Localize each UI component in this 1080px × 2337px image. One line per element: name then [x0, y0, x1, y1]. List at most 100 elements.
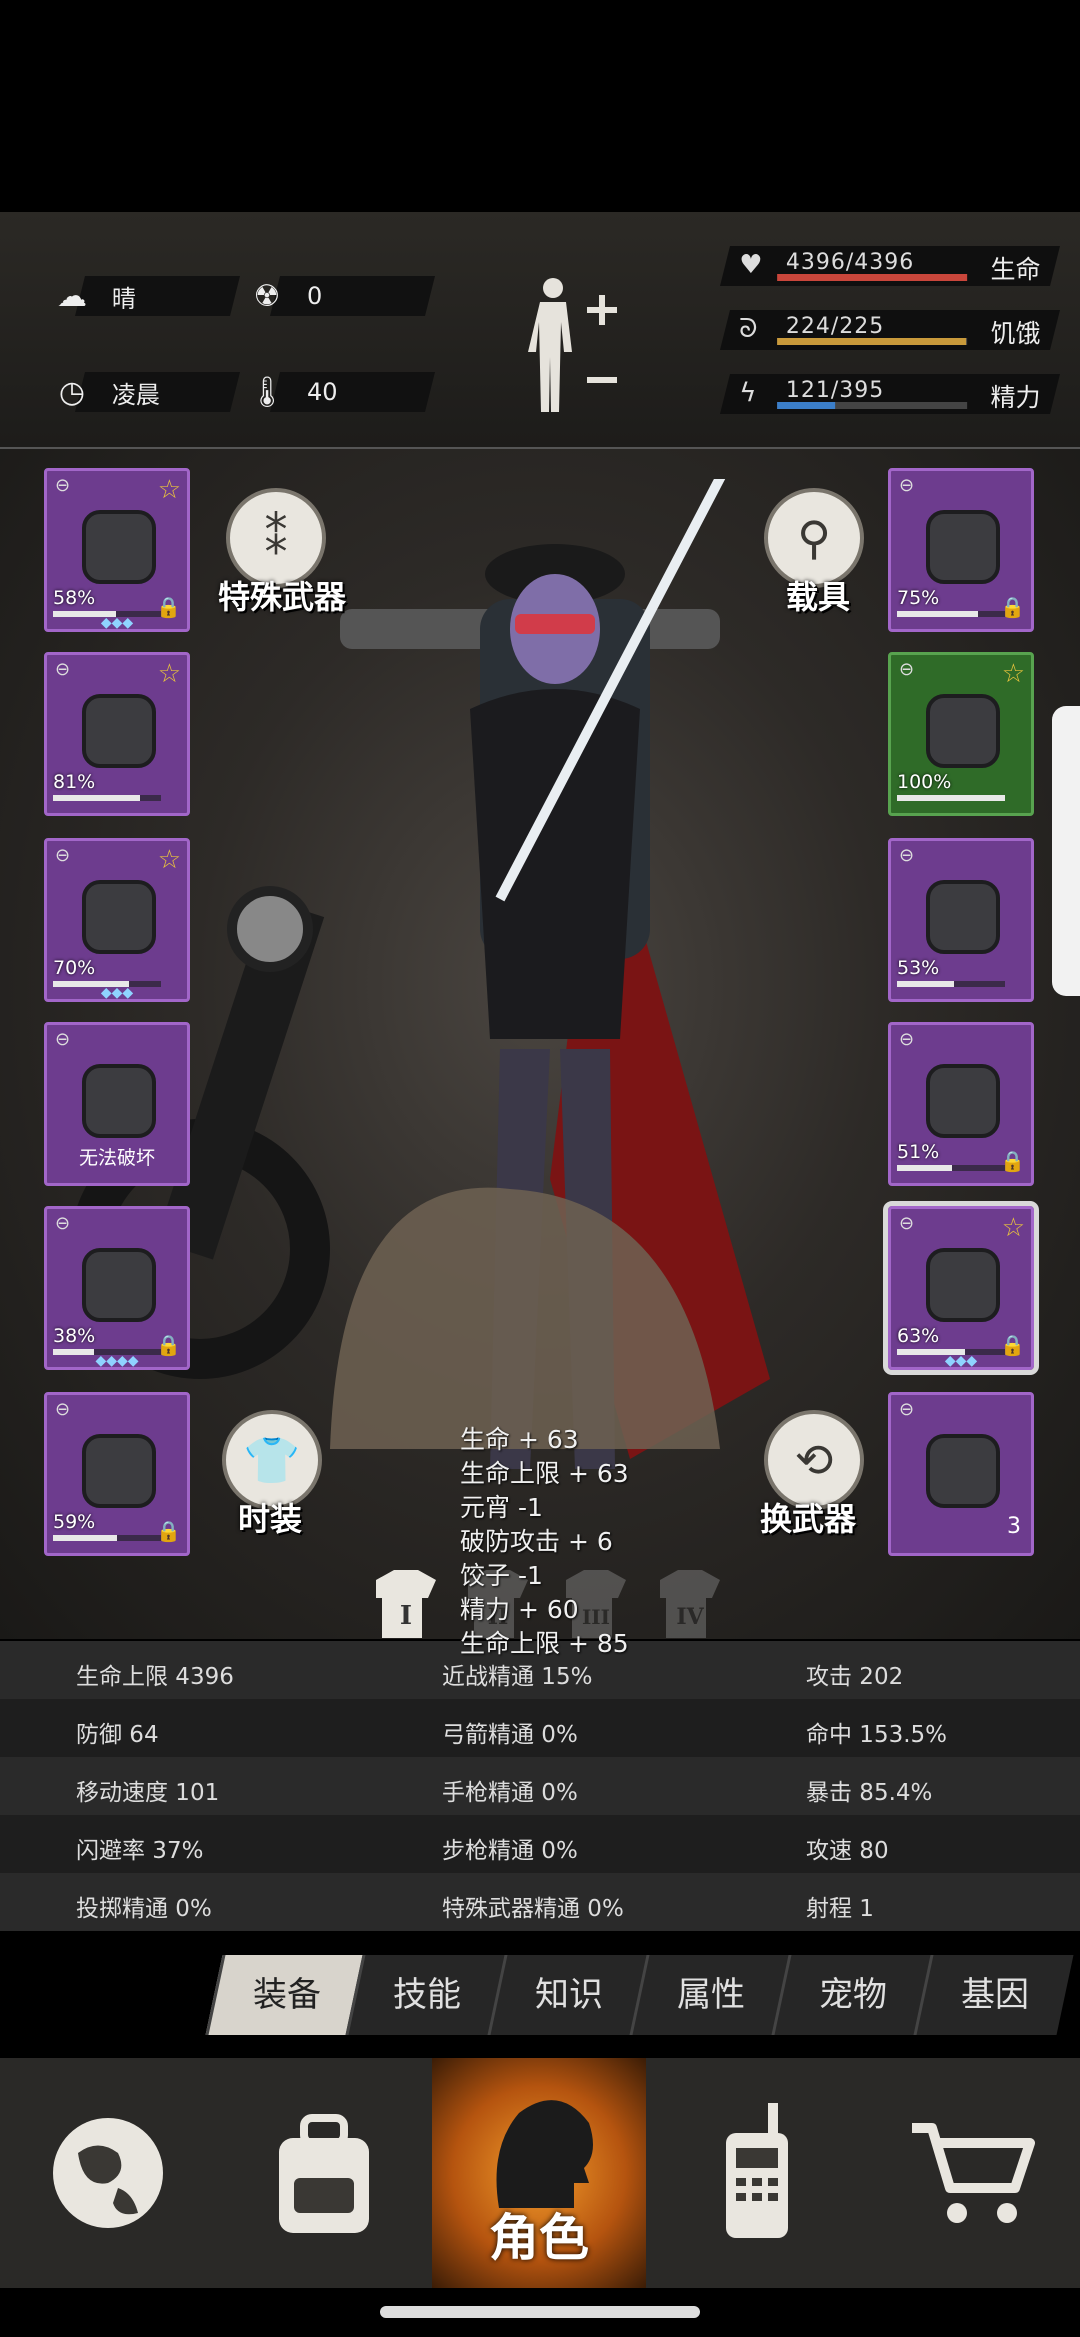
durability-bar: [897, 981, 1005, 987]
vehicle-label: 载具: [786, 578, 851, 616]
equipment-item-icon: [82, 880, 156, 954]
outfit-tab-1[interactable]: I: [366, 1562, 446, 1642]
cloud-sun-icon: ☁: [57, 278, 87, 314]
left-equipment-slot-1[interactable]: ⊖ ☆ 58% 🔒 ◆◆◆: [44, 468, 190, 632]
status-panel: ☁ 晴 ☢ 0 ◷ 凌晨 🌡 40 ♥ 4396/4396 生命 ᘐ 224/2…: [0, 212, 1080, 449]
tab-equipment-label: 装备: [253, 1975, 321, 2015]
tab-skills-label: 技能: [393, 1975, 461, 2015]
link-icon: ⊖: [899, 1213, 915, 1234]
nav-character-button[interactable]: 角色: [432, 2058, 646, 2288]
item-count: 3: [1007, 1514, 1021, 1539]
link-icon: ⊖: [899, 475, 915, 496]
star-icon: ☆: [1001, 659, 1025, 689]
left-equipment-slot-4[interactable]: ⊖ 无法破坏: [44, 1022, 190, 1186]
tab-skills[interactable]: 技能: [345, 1955, 506, 2035]
popup-line: 生命 + 63: [460, 1425, 579, 1454]
right-equipment-slot-4[interactable]: ⊖ 51% 🔒: [888, 1022, 1034, 1186]
durability-bar: [53, 1535, 161, 1541]
durability-percent: 75%: [897, 587, 940, 609]
hunger-fill: [777, 338, 967, 345]
effect-popup: 生命 + 63 生命上限 + 63 元宵 -1 破防攻击 + 6 饺子 -1 精…: [460, 1420, 720, 1658]
durability-percent: 51%: [897, 1141, 940, 1163]
durability-percent: 81%: [53, 771, 96, 793]
nav-backpack-button[interactable]: [216, 2058, 431, 2288]
body-status-icon[interactable]: [525, 270, 625, 420]
popup-line: 精力 + 60: [460, 1595, 579, 1624]
tshirt-icon: 👕: [243, 1432, 301, 1487]
tab-equipment[interactable]: 装备: [205, 1955, 366, 2035]
equipment-item-icon: [82, 1434, 156, 1508]
outfit-tab-1-label: I: [400, 1601, 412, 1631]
durability-bar: [897, 611, 1005, 617]
tab-pets[interactable]: 宠物: [771, 1955, 932, 2035]
left-equipment-slot-2[interactable]: ⊖ ☆ 81%: [44, 652, 190, 816]
tab-knowledge[interactable]: 知识: [487, 1955, 648, 2035]
stat-attack-speed: 攻速 80: [806, 1838, 889, 1864]
category-tabs: 装备 技能 知识 属性 宠物 基因: [200, 1955, 1074, 2035]
energy-value: 121/395: [785, 378, 885, 403]
energy-label: 精力: [990, 383, 1041, 412]
time-chip: ◷ 凌晨: [59, 372, 240, 412]
radiation-icon: ☢: [253, 278, 281, 314]
bottom-nav: 角色: [0, 2058, 1080, 2288]
link-icon: ⊖: [899, 1029, 915, 1050]
star-icon: ☆: [157, 845, 181, 875]
stomach-icon: ᘐ: [739, 314, 758, 344]
time-value: 凌晨: [112, 380, 160, 409]
durability-percent: 53%: [897, 957, 940, 979]
bullets-icon: ⁑: [264, 511, 288, 565]
clock-icon: ◷: [58, 374, 86, 410]
side-scroll-handle[interactable]: [1052, 706, 1080, 996]
link-icon: ⊖: [899, 845, 915, 866]
lock-icon: 🔒: [1000, 1149, 1025, 1173]
nav-shop-button[interactable]: [864, 2058, 1079, 2288]
equipment-item-icon: [82, 510, 156, 584]
star-icon: ☆: [157, 659, 181, 689]
tab-attributes[interactable]: 属性: [629, 1955, 790, 2035]
nav-character-label: 角色: [489, 2209, 589, 2267]
home-indicator[interactable]: [380, 2306, 700, 2318]
popup-line: 生命上限 + 63: [460, 1459, 629, 1488]
durability-percent: 58%: [53, 587, 96, 609]
fashion-label: 时装: [238, 1500, 303, 1538]
walkie-talkie-icon: [725, 2103, 788, 2238]
link-icon: ⊖: [899, 1399, 915, 1420]
equipment-item-icon: [926, 880, 1000, 954]
right-equipment-slot-1[interactable]: ⊖ 75% 🔒: [888, 468, 1034, 632]
motorcycle-icon: ⚲: [797, 511, 831, 565]
left-equipment-slot-3[interactable]: ⊖ ☆ 70% ◆◆◆: [44, 838, 190, 1002]
stats-row: 闪避率 37% 步枪精通 0% 攻速 80: [0, 1815, 1080, 1873]
popup-line: 饺子 -1: [460, 1561, 543, 1590]
tab-genes[interactable]: 基因: [913, 1955, 1074, 2035]
right-equipment-slot-2[interactable]: ⊖ ☆ 100%: [888, 652, 1034, 816]
stat-melee-mastery: 近战精通 15%: [442, 1664, 593, 1690]
dog-illustration: [330, 1187, 720, 1449]
gem-sockets: ◆◆◆: [100, 985, 134, 1001]
nav-world-button[interactable]: [0, 2058, 215, 2288]
hunger-label: 饥饿: [990, 319, 1041, 348]
link-icon: ⊖: [55, 845, 71, 866]
left-equipment-slot-5[interactable]: ⊖ 38% 🔒 ◆◆◆◆: [44, 1206, 190, 1370]
energy-bar: ϟ 121/395 精力: [720, 374, 1060, 414]
right-equipment-slot-5[interactable]: ⊖ ☆ 63% 🔒 ◆◆◆: [883, 1201, 1039, 1375]
cart-icon: [911, 2123, 1035, 2223]
tab-knowledge-label: 知识: [535, 1975, 603, 2015]
right-equipment-slot-6[interactable]: ⊖ 3: [888, 1392, 1034, 1556]
gem-sockets: ◆◆◆◆: [95, 1353, 139, 1369]
link-icon: ⊖: [55, 475, 71, 496]
equipment-item-icon: [926, 1248, 1000, 1322]
globe-icon: [52, 2118, 163, 2228]
health-bar: ♥ 4396/4396 生命: [720, 246, 1060, 286]
stat-range: 射程 1: [806, 1896, 874, 1922]
left-equipment-slot-6[interactable]: ⊖ 59% 🔒: [44, 1392, 190, 1556]
tab-attributes-label: 属性: [677, 1975, 745, 2015]
right-equipment-slot-3[interactable]: ⊖ 53%: [888, 838, 1034, 1002]
slot-status-text: 无法破坏: [78, 1147, 155, 1169]
nav-radio-button[interactable]: [648, 2058, 863, 2288]
swap-arrows-icon: ⟲: [794, 1433, 834, 1487]
health-fill: [777, 274, 968, 281]
stats-row: 移动速度 101 手枪精通 0% 暴击 85.4%: [0, 1757, 1080, 1815]
stat-defense: 防御 64: [76, 1722, 159, 1748]
equipment-item-icon: [926, 1434, 1000, 1508]
health-value: 4396/4396: [785, 250, 915, 275]
